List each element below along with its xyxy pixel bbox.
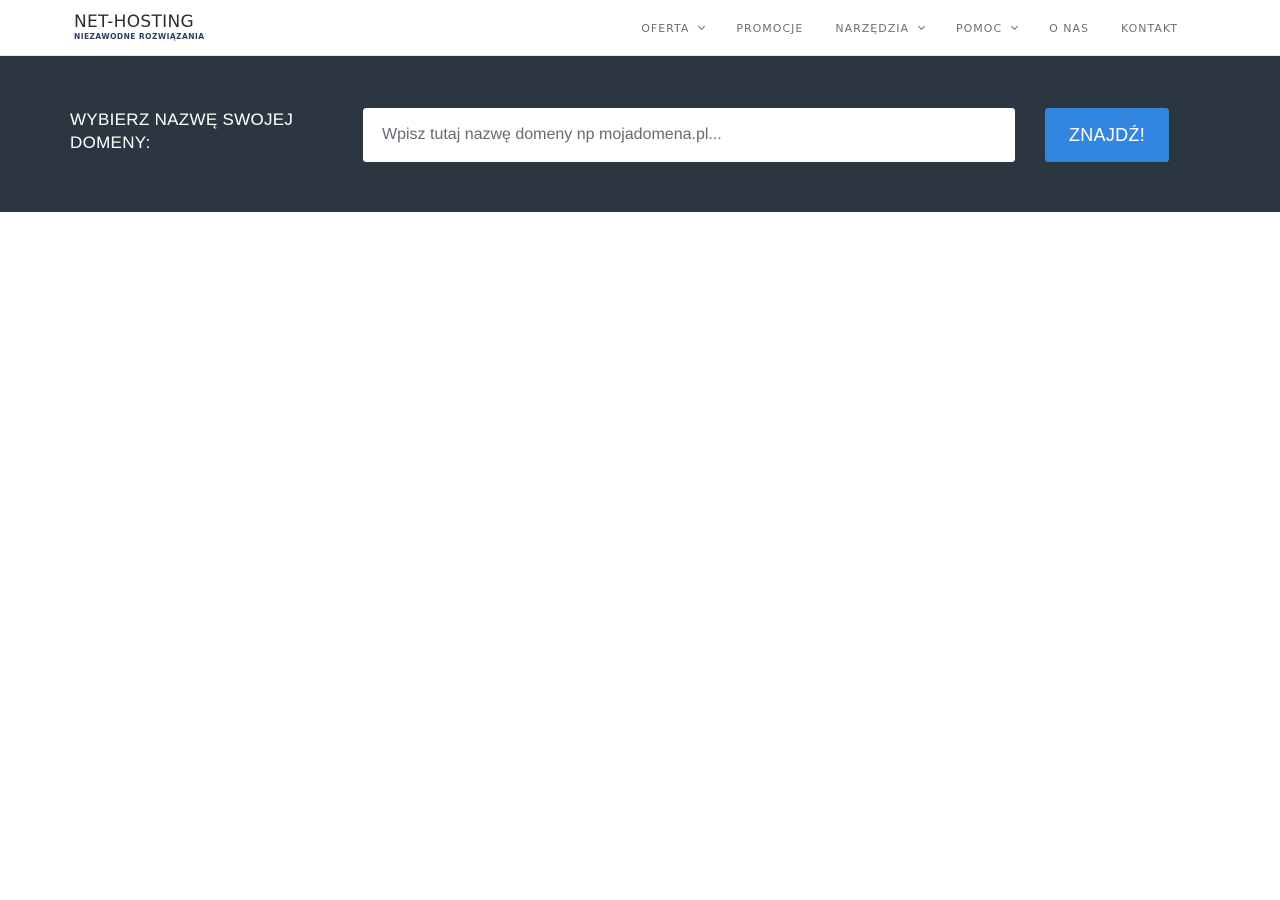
nav-item-pomoc[interactable]: POMOC	[956, 21, 1019, 35]
nav-item-kontakt[interactable]: KONTAKT	[1121, 22, 1178, 35]
nav-item-label: KONTAKT	[1121, 21, 1178, 35]
nav-item-promocje[interactable]: PROMOCJE	[736, 22, 803, 35]
domain-search-bar: WYBIERZ NAZWĘ SWOJEJ DOMENY: ZNAJDŹ!	[0, 56, 1280, 212]
nav-item-label: OFERTA	[641, 21, 690, 35]
nav-item-label: POMOC	[956, 21, 1003, 35]
chevron-down-icon	[698, 22, 706, 30]
domain-search-input[interactable]	[363, 108, 1015, 162]
search-domain-button[interactable]: ZNAJDŹ!	[1045, 108, 1169, 162]
nav-item-label: NARZĘDZIA	[835, 21, 910, 35]
logo-title: NET-HOSTING	[74, 12, 194, 32]
logo-subtitle: NIEZAWODNE ROZWIĄZANIA	[74, 32, 205, 41]
domain-search-label: WYBIERZ NAZWĘ SWOJEJ DOMENY:	[70, 110, 294, 152]
top-navbar: NET-HOSTING NIEZAWODNE ROZWIĄZANIA OFERT…	[0, 0, 1280, 56]
nav-item-label: PROMOCJE	[736, 21, 804, 35]
chevron-down-icon	[917, 22, 926, 30]
main-menu: OFERTA PROMOCJE NARZĘDZIA POMOC O NAS KO…	[641, 0, 1178, 56]
nav-item-narzedzia[interactable]: NARZĘDZIA	[835, 21, 926, 35]
nav-item-label: O NAS	[1049, 21, 1090, 35]
nav-item-oferta[interactable]: OFERTA	[641, 21, 706, 35]
site-logo[interactable]: NET-HOSTING NIEZAWODNE ROZWIĄZANIA	[74, 14, 210, 44]
chevron-down-icon	[1011, 22, 1019, 30]
nav-item-o-nas[interactable]: O NAS	[1049, 22, 1089, 35]
